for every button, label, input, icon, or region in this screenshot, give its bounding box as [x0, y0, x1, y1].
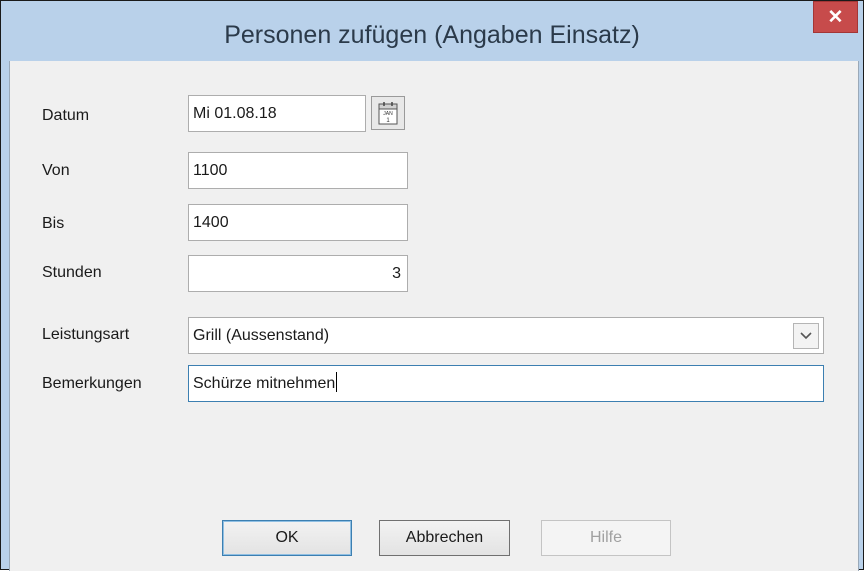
bis-label: Bis — [42, 215, 65, 232]
bemerkungen-label: Bemerkungen — [42, 375, 142, 392]
calendar-month-text: JAN — [383, 111, 393, 117]
stunden-label: Stunden — [42, 264, 102, 281]
calendar-button[interactable]: JAN 1 — [371, 96, 405, 130]
datum-label: Datum — [42, 107, 90, 124]
close-icon: ✕ — [827, 6, 844, 28]
leistungsart-dropdown-button[interactable] — [793, 323, 819, 349]
dialog-body: Datum Mi 01.08.18 JAN 1 Von 1100 Bis 140… — [9, 61, 859, 571]
von-label: Von — [42, 162, 70, 179]
leistungsart-value: Grill (Aussenstand) — [193, 327, 330, 344]
ok-button[interactable]: OK — [222, 520, 352, 556]
dialog-title: Personen zufügen (Angaben Einsatz) — [224, 21, 640, 49]
dialog-window: Personen zufügen (Angaben Einsatz) ✕ Dat… — [0, 0, 864, 571]
calendar-icon: JAN 1 — [378, 102, 398, 125]
close-button[interactable]: ✕ — [813, 1, 858, 33]
stunden-field[interactable]: 3 — [188, 255, 408, 292]
von-field[interactable]: 1100 — [188, 152, 408, 189]
bemerkungen-field[interactable]: Schürze mitnehmen — [188, 365, 824, 402]
title-bar[interactable]: Personen zufügen (Angaben Einsatz) ✕ — [1, 1, 863, 61]
bemerkungen-value: Schürze mitnehmen — [193, 375, 336, 392]
leistungsart-select[interactable]: Grill (Aussenstand) — [188, 317, 824, 354]
cancel-button[interactable]: Abbrechen — [379, 520, 510, 556]
text-caret — [336, 372, 338, 393]
help-button[interactable]: Hilfe — [541, 520, 671, 556]
chevron-down-icon — [800, 332, 812, 340]
datum-field[interactable]: Mi 01.08.18 — [188, 95, 366, 132]
leistungsart-label: Leistungsart — [42, 326, 130, 343]
bis-field[interactable]: 1400 — [188, 204, 408, 241]
